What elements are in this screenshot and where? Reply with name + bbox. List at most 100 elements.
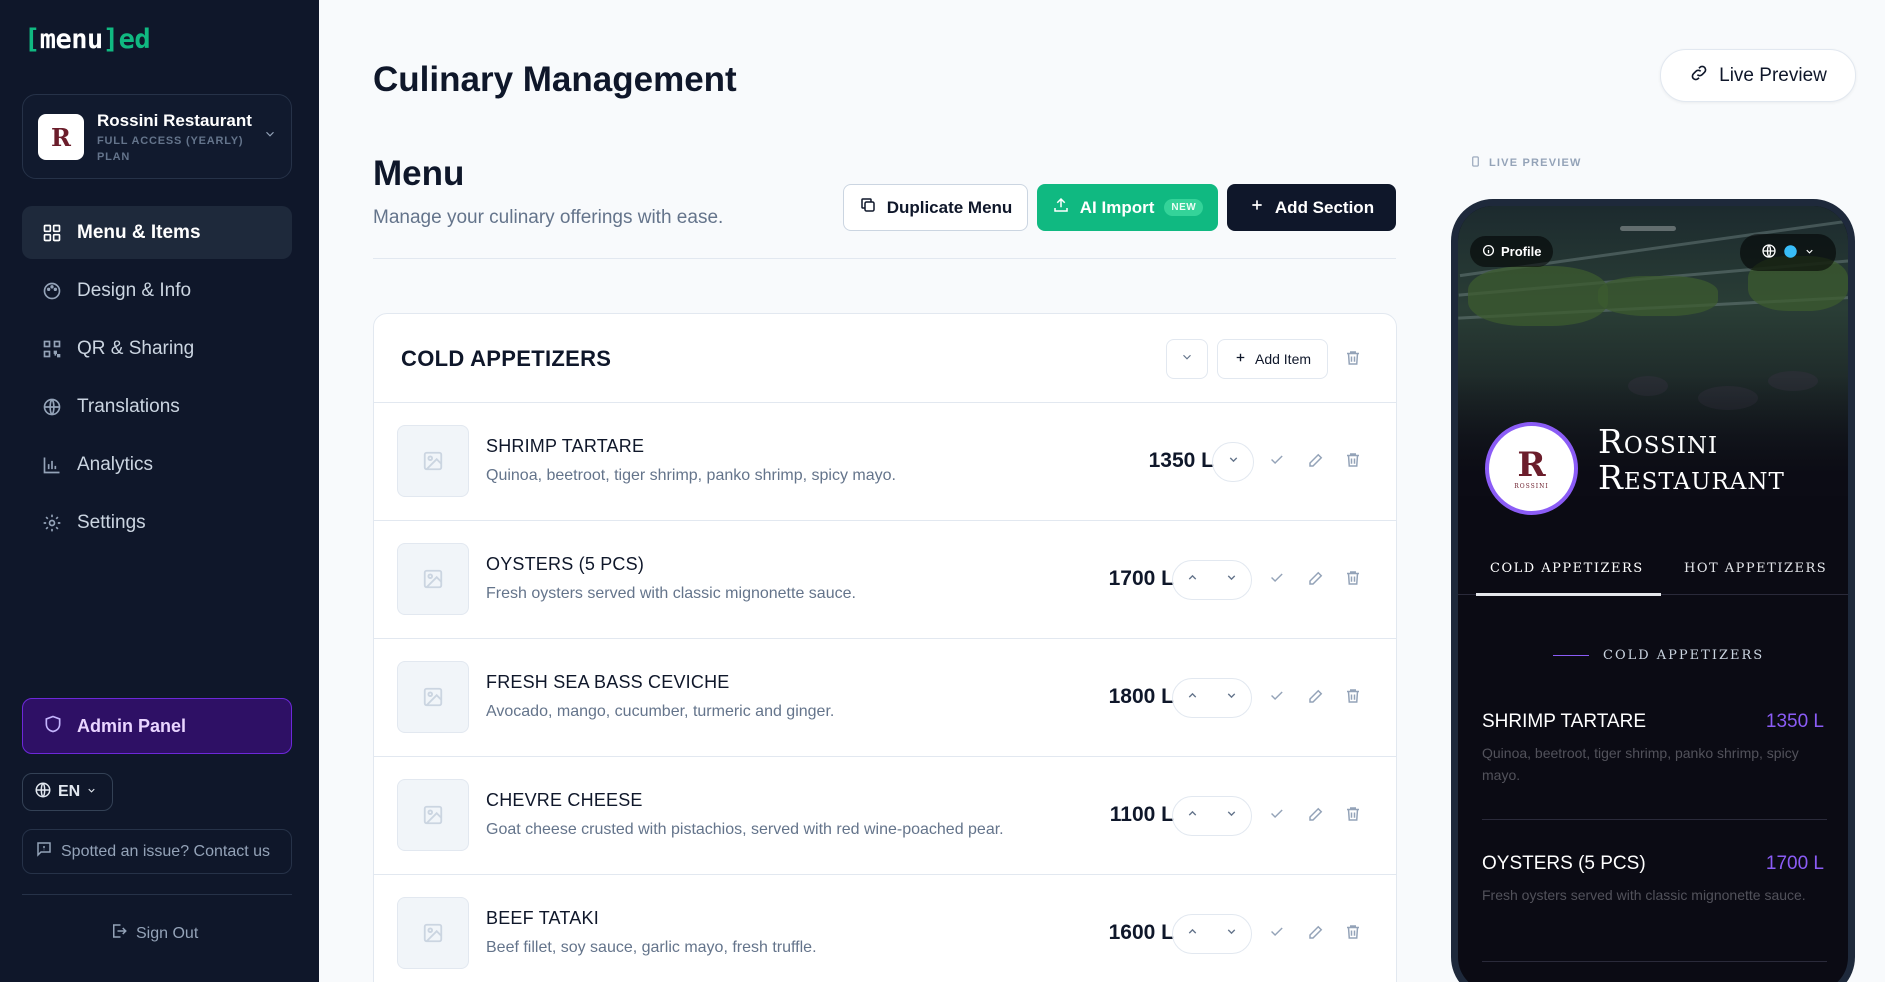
sign-out-label: Sign Out xyxy=(136,924,199,942)
reorder-control xyxy=(1172,914,1252,954)
preview-item-divider xyxy=(1482,819,1827,820)
sidebar-item-label: Menu & Items xyxy=(77,221,201,243)
move-up-icon[interactable] xyxy=(1186,689,1199,707)
image-placeholder-icon[interactable] xyxy=(397,897,469,969)
section-header: COLD APPETIZERS Add Item xyxy=(374,314,1396,403)
preview-section-title: COLD APPETIZERS xyxy=(1603,648,1765,663)
image-placeholder-icon[interactable] xyxy=(397,543,469,615)
profile-chip[interactable]: Profile xyxy=(1470,236,1554,267)
preview-item-name[interactable]: OYSTERS (5 PCS) xyxy=(1482,853,1646,875)
move-up-icon[interactable] xyxy=(1186,925,1199,943)
move-down-icon[interactable] xyxy=(1225,689,1238,707)
sign-out-button[interactable]: Sign Out xyxy=(110,922,198,945)
gear-icon xyxy=(41,512,63,534)
trash-icon[interactable] xyxy=(1344,451,1362,474)
sidebar-item-analytics[interactable]: Analytics xyxy=(22,438,292,491)
ai-import-button[interactable]: AI Import NEW xyxy=(1037,184,1218,231)
section-title: COLD APPETIZERS xyxy=(401,346,612,371)
duplicate-menu-button[interactable]: Duplicate Menu xyxy=(843,184,1028,231)
sign-out-icon xyxy=(110,922,128,945)
edit-icon[interactable] xyxy=(1307,923,1325,946)
qr-icon xyxy=(41,338,63,360)
contact-support-button[interactable]: Spotted an issue? Contact us xyxy=(22,829,292,874)
reorder-control xyxy=(1212,442,1254,482)
preview-item-name[interactable]: SHRIMP TARTARE xyxy=(1482,711,1646,733)
grid-icon xyxy=(41,222,63,244)
tab-hot-appetizers[interactable]: HOT APPETIZERS xyxy=(1684,561,1827,576)
ai-import-label: AI Import xyxy=(1079,197,1155,217)
item-price: 1800 L xyxy=(1108,685,1174,708)
palette-icon xyxy=(41,280,63,302)
item-description: Avocado, mango, cucumber, turmeric and g… xyxy=(486,703,835,720)
restaurant-title: Rossini Restaurant xyxy=(1598,424,1785,496)
move-up-icon[interactable] xyxy=(1186,807,1199,825)
menu-item-row: SHRIMP TARTARE Quinoa, beetroot, tiger s… xyxy=(374,403,1396,521)
page-title: Culinary Management xyxy=(373,60,737,99)
language-selector[interactable]: EN xyxy=(22,773,113,811)
check-icon[interactable] xyxy=(1268,569,1285,591)
sidebar-item-translations[interactable]: Translations xyxy=(22,380,292,433)
edit-icon[interactable] xyxy=(1307,805,1325,828)
trash-icon[interactable] xyxy=(1344,923,1362,946)
sidebar-item-qr-sharing[interactable]: QR & Sharing xyxy=(22,322,292,375)
collapse-section-button[interactable] xyxy=(1166,339,1208,379)
brand-logo[interactable]: [menu]ed xyxy=(24,24,151,55)
phone-icon xyxy=(1470,155,1481,171)
add-item-button[interactable]: Add Item xyxy=(1217,339,1328,379)
bar-chart-icon xyxy=(41,454,63,476)
image-placeholder-icon[interactable] xyxy=(397,425,469,497)
new-badge: NEW xyxy=(1164,199,1204,216)
flag-globe-icon xyxy=(1783,244,1798,262)
section-divider-line xyxy=(1553,655,1589,656)
phone-notch xyxy=(1620,226,1676,231)
sidebar-item-menu-items[interactable]: Menu & Items xyxy=(22,206,292,259)
check-icon[interactable] xyxy=(1268,805,1285,827)
item-name: BEEF TATAKI xyxy=(486,908,599,928)
preview-item-price: 1350 L xyxy=(1765,711,1824,732)
preview-item-price: 1700 L xyxy=(1765,853,1824,874)
logo-letter: R xyxy=(1517,445,1546,485)
language-chip[interactable] xyxy=(1740,234,1836,271)
sidebar-item-label: Design & Info xyxy=(77,279,192,301)
check-icon[interactable] xyxy=(1268,923,1285,945)
item-name: SHRIMP TARTARE xyxy=(486,436,645,456)
move-down-icon[interactable] xyxy=(1227,453,1240,471)
sidebar: [menu]ed R Rossini Restaurant FULL ACCES… xyxy=(0,0,319,982)
image-placeholder-icon[interactable] xyxy=(397,779,469,851)
move-down-icon[interactable] xyxy=(1225,571,1238,589)
move-down-icon[interactable] xyxy=(1225,925,1238,943)
sidebar-item-design-info[interactable]: Design & Info xyxy=(22,264,292,317)
trash-icon[interactable] xyxy=(1344,805,1362,828)
image-placeholder-icon[interactable] xyxy=(397,661,469,733)
menu-heading: Menu xyxy=(373,154,465,193)
check-icon[interactable] xyxy=(1268,451,1285,473)
item-name: FRESH SEA BASS CEVICHE xyxy=(486,672,730,692)
preview-item-description: Fresh oysters served with classic mignon… xyxy=(1482,887,1806,903)
move-down-icon[interactable] xyxy=(1225,807,1238,825)
item-description: Beef fillet, soy sauce, garlic mayo, fre… xyxy=(486,939,817,956)
live-preview-button[interactable]: Live Preview xyxy=(1660,49,1856,102)
trash-icon[interactable] xyxy=(1344,687,1362,710)
restaurant-switcher[interactable]: R Rossini Restaurant FULL ACCESS (YEARLY… xyxy=(22,94,292,179)
admin-panel-button[interactable]: Admin Panel xyxy=(22,698,292,754)
move-up-icon[interactable] xyxy=(1186,571,1199,589)
check-icon[interactable] xyxy=(1268,687,1285,709)
info-icon xyxy=(1482,244,1495,260)
add-section-button[interactable]: Add Section xyxy=(1227,184,1396,231)
restaurant-logo: R xyxy=(38,114,84,160)
sidebar-item-settings[interactable]: Settings xyxy=(22,496,292,549)
edit-icon[interactable] xyxy=(1307,569,1325,592)
plus-icon xyxy=(1249,197,1265,218)
trash-icon[interactable] xyxy=(1344,569,1362,592)
plus-icon xyxy=(1234,351,1247,367)
tab-cold-appetizers[interactable]: COLD APPETIZERS xyxy=(1490,561,1644,576)
trash-icon[interactable] xyxy=(1344,349,1362,372)
item-name: OYSTERS (5 PCS) xyxy=(486,554,645,574)
chevron-down-icon xyxy=(86,783,97,801)
header-divider xyxy=(373,258,1396,259)
edit-icon[interactable] xyxy=(1307,687,1325,710)
chevron-down-icon xyxy=(1804,246,1815,260)
edit-icon[interactable] xyxy=(1307,451,1325,474)
duplicate-menu-label: Duplicate Menu xyxy=(886,197,1013,217)
profile-chip-label: Profile xyxy=(1501,244,1542,259)
